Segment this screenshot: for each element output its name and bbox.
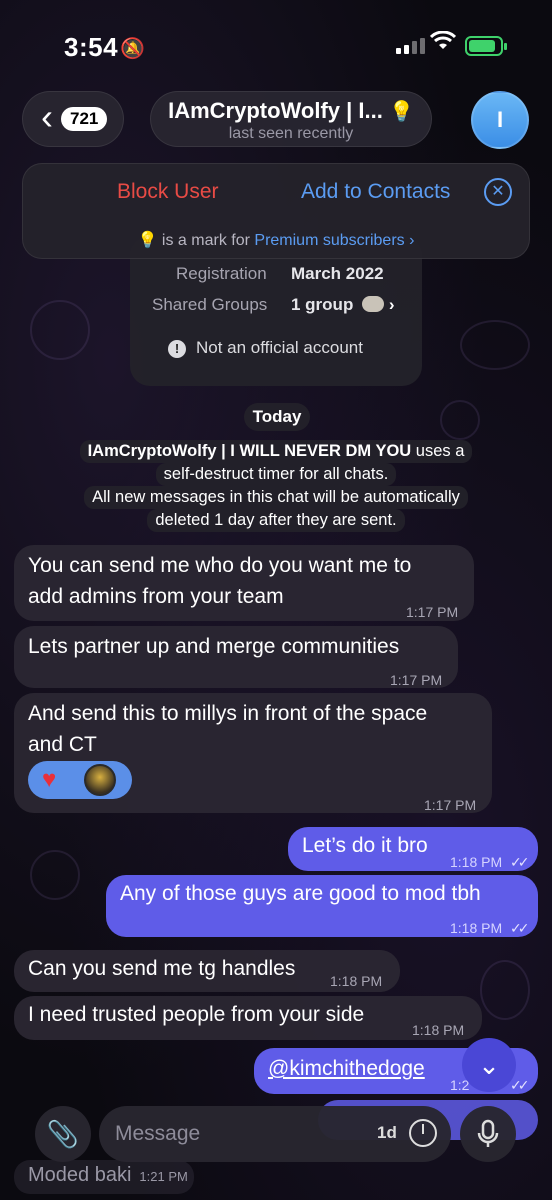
registration-label: Registration (176, 264, 267, 283)
message-time: 1:18 PM (450, 920, 503, 936)
premium-bulb-icon: 💡 (388, 101, 414, 123)
wallpaper-doodle (440, 400, 480, 440)
exclamation-circle-icon: ! (168, 340, 186, 358)
message-bubble-outgoing[interactable]: Any of those guys are good to mod tbh 1:… (106, 875, 538, 937)
mention-link[interactable]: @kimchithedoge (268, 1054, 425, 1084)
message-text: And send this to millys in front of the … (28, 702, 428, 725)
attach-button[interactable]: 📎 (35, 1106, 91, 1162)
wallpaper-doodle (480, 960, 530, 1020)
message-text: Any of those guys are good to mod tbh (120, 882, 481, 905)
chevron-left-icon: ‹ (41, 96, 53, 137)
message-text: Let’s do it bro (302, 834, 428, 857)
registration-value-row: March 2022 (291, 264, 384, 284)
message-text: I need trusted people from your side (28, 1003, 365, 1026)
chevron-right-icon: › (388, 295, 395, 314)
message-bubble-incoming-partial[interactable]: Moded baki 1:21 PM (14, 1160, 194, 1194)
message-time: 1:18 PM (412, 1022, 465, 1038)
premium-subscribers-link[interactable]: Premium subscribers › (254, 232, 414, 249)
bell-slash-icon: 🔕 (120, 38, 145, 60)
message-time: 1:21 PM (139, 1169, 188, 1184)
message-time: 1:18 PM (450, 854, 503, 870)
self-destruct-timer-label[interactable]: 1d (377, 1123, 397, 1143)
premium-bulb-icon: 💡 (137, 232, 158, 249)
message-text: add admins from your team (28, 585, 284, 608)
message-bubble-incoming[interactable]: You can send me who do you want me to ad… (14, 545, 474, 621)
message-text: Lets partner up and merge communities (28, 635, 400, 658)
read-checkmarks-icon: ✓✓ (510, 854, 530, 870)
chevron-down-icon: ⌄ (478, 1049, 500, 1080)
message-bubble-incoming[interactable]: Lets partner up and merge communities 1:… (14, 626, 458, 688)
service-text-3: All new messages in this chat will be au… (84, 486, 468, 509)
self-destruct-service-message: IAmCryptoWolfy | I WILL NEVER DM YOU use… (52, 440, 500, 532)
message-bubble-incoming[interactable]: Can you send me tg handles 1:18 PM (14, 950, 400, 992)
wallpaper-doodle (30, 850, 80, 900)
service-text-4: deleted 1 day after they are sent. (147, 509, 405, 532)
avatar-letter: I (496, 107, 504, 132)
premium-notice: 💡 is a mark for Premium subscribers › (23, 230, 529, 250)
last-seen-status: last seen recently (228, 125, 354, 142)
premium-text: is a mark for (161, 232, 250, 249)
message-bubble-outgoing[interactable]: Let’s do it bro 1:18 PM ✓✓ (288, 827, 538, 871)
microphone-icon (477, 1119, 499, 1147)
status-bar: 3:54 🔕 (0, 0, 552, 90)
close-icon[interactable]: ✕ (484, 178, 512, 206)
paperclip-icon: 📎 (46, 1118, 80, 1149)
message-composer: 1d (99, 1106, 451, 1162)
status-time: 3:54 (64, 32, 119, 62)
add-to-contacts-button[interactable]: Add to Contacts (301, 180, 450, 204)
message-time: 1:17 PM (406, 604, 459, 620)
contact-action-panel: Block User Add to Contacts ✕ 💡 is a mark… (22, 163, 530, 259)
message-time: 1:18 PM (330, 973, 383, 989)
group-avatar-icon (362, 296, 385, 312)
read-checkmarks-icon: ✓✓ (510, 920, 530, 936)
unread-count-badge: 721 (61, 107, 108, 131)
avatar[interactable]: I (471, 91, 529, 149)
chat-title: IAmCryptoWolfy | I... (168, 98, 383, 123)
wallpaper-doodle (30, 300, 90, 360)
message-time: 1:17 PM (390, 672, 443, 688)
premium-link-text: Premium subscribers (254, 232, 405, 249)
message-text: Can you send me tg handles (28, 957, 296, 980)
message-text: and CT (28, 733, 97, 756)
reaction-pill[interactable]: ♥ (28, 761, 132, 799)
wifi-icon (429, 30, 457, 58)
microphone-button[interactable] (460, 1106, 516, 1162)
service-text-1: uses a (415, 442, 465, 460)
message-bubble-incoming[interactable]: I need trusted people from your side 1:1… (14, 996, 482, 1040)
official-account-notice: ! Not an official account (168, 338, 363, 358)
official-account-text: Not an official account (196, 338, 363, 357)
shared-groups-label: Shared Groups (152, 295, 268, 314)
block-user-button[interactable]: Block User (117, 180, 219, 204)
date-separator: Today (244, 403, 310, 431)
scroll-to-bottom-button[interactable]: ⌄ (462, 1038, 516, 1092)
registration-row: Registration (176, 264, 267, 284)
message-time: 1:17 PM (424, 797, 477, 813)
back-button[interactable]: ‹ 721 (22, 91, 124, 147)
shared-groups-row[interactable]: Shared Groups (152, 295, 267, 315)
shared-groups-link[interactable]: 1 group › (291, 295, 394, 315)
battery-charging-icon (465, 36, 507, 56)
chat-title-header[interactable]: IAmCryptoWolfy | I... 💡 last seen recent… (150, 91, 432, 147)
registration-value: March 2022 (291, 264, 384, 283)
shared-groups-value: 1 group (291, 295, 354, 314)
service-sender-name: IAmCryptoWolfy | I WILL NEVER DM YOU (87, 442, 412, 460)
message-text: Moded baki (28, 1164, 132, 1186)
cellular-signal-icon (396, 38, 425, 54)
reactor-avatar (84, 764, 116, 796)
service-text-2: self-destruct timer for all chats. (155, 463, 397, 486)
message-text: You can send me who do you want me to (28, 554, 412, 577)
wallpaper-doodle (460, 320, 530, 370)
message-input[interactable] (115, 1106, 365, 1162)
message-bubble-incoming[interactable]: And send this to millys in front of the … (14, 693, 492, 813)
heart-reaction-icon: ♥ (42, 766, 57, 793)
timer-icon[interactable] (409, 1119, 437, 1147)
